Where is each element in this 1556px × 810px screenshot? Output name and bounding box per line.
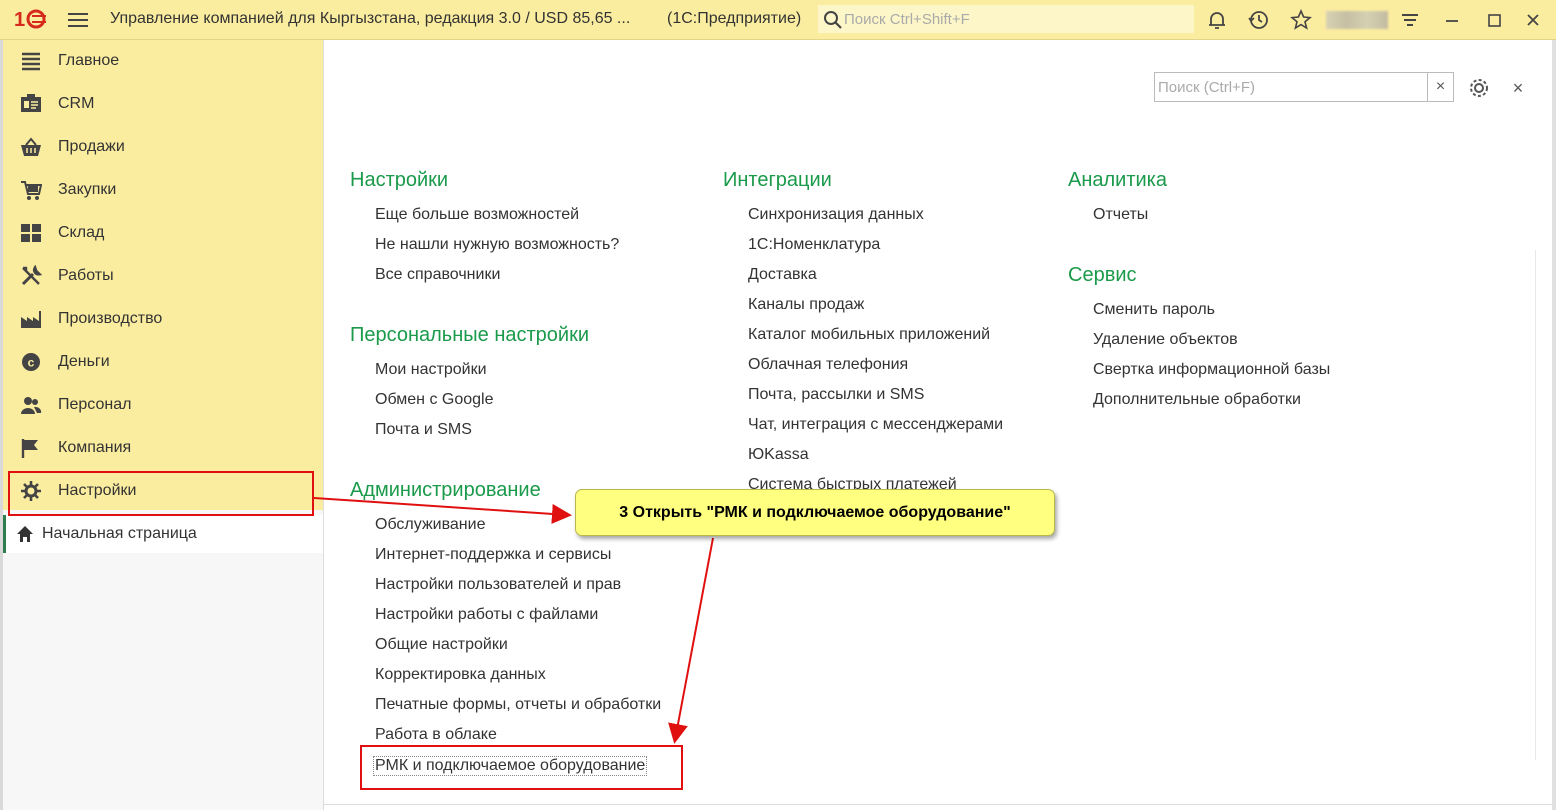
link-print-forms[interactable]: Печатные формы, отчеты и обработки xyxy=(375,696,661,714)
link-delivery[interactable]: Доставка xyxy=(748,266,817,284)
history-icon[interactable] xyxy=(1247,8,1271,32)
annotation-callout: 3 Открыть "РМК и подключаемое оборудован… xyxy=(575,489,1055,536)
section-title-analytics: Аналитика xyxy=(1068,169,1167,191)
sidebar-item-warehouse[interactable]: Склад xyxy=(3,212,323,255)
link-more-features[interactable]: Еще больше возможностей xyxy=(375,206,579,224)
sidebar-item-sales[interactable]: Продажи xyxy=(3,126,323,169)
sidebar-item-label: Компания xyxy=(58,439,132,456)
sidebar-item-staff[interactable]: Персонал xyxy=(3,384,323,427)
link-data-correction[interactable]: Корректировка данных xyxy=(375,666,546,684)
link-mobile-apps-catalog[interactable]: Каталог мобильных приложений xyxy=(748,326,990,344)
highlight-pos-box xyxy=(360,745,683,790)
star-icon[interactable] xyxy=(1289,8,1313,32)
sidebar-item-production[interactable]: Производство xyxy=(3,298,323,341)
search-icon xyxy=(824,11,842,29)
flag-icon xyxy=(21,439,38,458)
content-separator xyxy=(323,40,324,810)
section-title-integrations: Интеграции xyxy=(723,169,832,191)
link-chat-messengers[interactable]: Чат, интеграция с мессенджерами xyxy=(748,416,1003,434)
svg-text:1: 1 xyxy=(14,9,25,30)
crm-card-icon xyxy=(21,94,41,112)
link-change-password[interactable]: Сменить пароль xyxy=(1093,301,1215,319)
tools-icon xyxy=(21,265,42,286)
cart-icon xyxy=(21,181,42,200)
window-right-border xyxy=(1552,40,1556,810)
link-reports[interactable]: Отчеты xyxy=(1093,206,1148,224)
close-window-icon[interactable] xyxy=(1521,8,1545,32)
sidebar-item-label: Склад xyxy=(58,224,105,241)
sidebar-item-label: Главное xyxy=(58,52,120,69)
global-search[interactable] xyxy=(818,5,1194,33)
sidebar-item-label: Продажи xyxy=(58,138,125,155)
minimize-icon[interactable] xyxy=(1440,8,1464,32)
coin-icon: с xyxy=(22,353,40,371)
close-icon[interactable]: × xyxy=(1508,78,1528,98)
section-title-settings: Настройки xyxy=(350,169,449,191)
link-mail-mailing-sms[interactable]: Почта, рассылки и SMS xyxy=(748,386,924,404)
people-icon xyxy=(21,397,42,414)
link-google-exchange[interactable]: Обмен с Google xyxy=(375,391,493,409)
highlight-settings-box xyxy=(8,471,314,516)
link-mail-sms[interactable]: Почта и SMS xyxy=(375,421,472,439)
link-general-settings[interactable]: Общие настройки xyxy=(375,636,508,654)
menu-lines-icon xyxy=(22,52,40,71)
link-user-rights[interactable]: Настройки пользователей и прав xyxy=(375,576,621,594)
clear-search-icon[interactable]: × xyxy=(1427,73,1453,101)
main-menu-icon[interactable] xyxy=(68,10,88,30)
link-yukassa[interactable]: ЮKassa xyxy=(748,446,809,464)
start-page-link[interactable]: Начальная страница xyxy=(3,515,323,553)
link-sales-channels[interactable]: Каналы продаж xyxy=(748,296,864,314)
sidebar-item-company[interactable]: Компания xyxy=(3,427,323,470)
maximize-icon[interactable] xyxy=(1482,8,1506,32)
link-cloud-telephony[interactable]: Облачная телефония xyxy=(748,356,908,374)
link-data-sync[interactable]: Синхронизация данных xyxy=(748,206,924,224)
settings-lines-icon[interactable] xyxy=(1398,8,1422,32)
link-additional-processing[interactable]: Дополнительные обработки xyxy=(1093,391,1301,409)
sidebar-item-label: Закупки xyxy=(58,181,117,198)
sidebar-item-label: Деньги xyxy=(58,353,110,370)
section-title-service: Сервис xyxy=(1068,264,1137,286)
1c-logo: 1 xyxy=(14,9,46,30)
link-internet-support[interactable]: Интернет-поддержка и сервисы xyxy=(375,546,611,564)
svg-text:с: с xyxy=(28,356,35,370)
section-title-administration: Администрирование xyxy=(350,479,541,501)
content-search-input[interactable] xyxy=(1155,73,1427,101)
basket-icon xyxy=(21,137,41,156)
link-my-settings[interactable]: Мои настройки xyxy=(375,361,487,379)
link-delete-objects[interactable]: Удаление объектов xyxy=(1093,331,1238,349)
section-title-personal-settings: Персональные настройки xyxy=(350,324,589,346)
sidebar-item-label: Работы xyxy=(58,267,114,284)
sidebar-item-label: CRM xyxy=(58,95,95,112)
title-bar: 1 Управление компанией для Кыргызстана, … xyxy=(0,0,1556,40)
link-not-found-feature[interactable]: Не нашли нужную возможность? xyxy=(375,236,619,254)
content-bottom-line xyxy=(324,804,1552,805)
sidebar: Главное CRM Продажи Закупки Склад Работы… xyxy=(3,40,323,510)
content-search[interactable]: × xyxy=(1154,72,1454,102)
link-cloud-work[interactable]: Работа в облаке xyxy=(375,726,497,744)
sidebar-item-works[interactable]: Работы xyxy=(3,255,323,298)
app-title: Управление компанией для Кыргызстана, ре… xyxy=(110,10,631,27)
home-icon xyxy=(17,526,33,542)
sidebar-item-crm[interactable]: CRM xyxy=(3,83,323,126)
sidebar-item-money[interactable]: с Деньги xyxy=(3,341,323,384)
app-platform: (1С:Предприятие) xyxy=(667,10,802,27)
factory-icon xyxy=(21,311,41,328)
sidebar-lower-area xyxy=(3,510,323,810)
link-db-rollup[interactable]: Свертка информационной базы xyxy=(1093,361,1330,379)
sidebar-item-purchases[interactable]: Закупки xyxy=(3,169,323,212)
link-file-settings[interactable]: Настройки работы с файлами xyxy=(375,606,598,624)
start-page-label: Начальная страница xyxy=(42,525,197,542)
sidebar-item-main[interactable]: Главное xyxy=(3,40,323,83)
warehouse-grid-icon xyxy=(21,224,41,242)
scroll-track xyxy=(1535,250,1536,760)
global-search-input[interactable] xyxy=(844,10,1174,28)
sidebar-item-label: Персонал xyxy=(58,396,132,413)
sidebar-item-label: Производство xyxy=(58,310,163,327)
link-maintenance[interactable]: Обслуживание xyxy=(375,516,485,534)
link-1c-nomenclature[interactable]: 1С:Номенклатура xyxy=(748,236,880,254)
link-all-catalogs[interactable]: Все справочники xyxy=(375,266,500,284)
gear-icon[interactable] xyxy=(1467,76,1491,100)
bell-icon[interactable] xyxy=(1205,8,1229,32)
user-name-blurred[interactable] xyxy=(1326,11,1388,29)
